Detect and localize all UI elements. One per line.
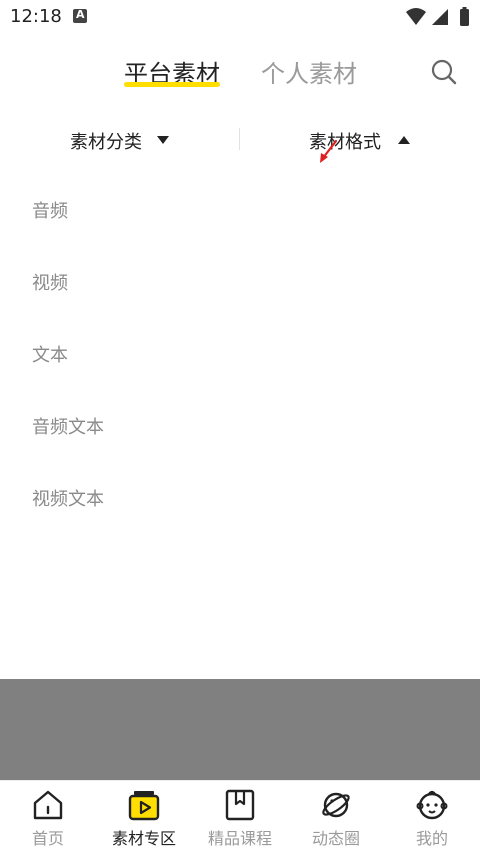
battery-icon [460,7,469,26]
planet-icon [322,792,350,818]
baby-face-icon [416,790,448,820]
nav-label-material-zone: 素材专区 [111,829,176,848]
filter-divider [239,128,240,150]
format-option-video-text[interactable]: 视频文本 [32,485,104,511]
caret-up-icon[interactable] [398,136,410,144]
red-arrow-cursor-icon [320,139,338,163]
status-bar: 12:18 A [0,0,480,34]
nav-item-home[interactable]: 首页 [0,781,96,853]
status-icons [406,7,469,26]
tab-personal-material[interactable]: 个人素材 [261,54,357,89]
format-option-audio[interactable]: 音频 [32,197,68,223]
top-tabs: 平台素材 个人素材 [0,50,480,100]
dim-overlay[interactable] [0,679,480,780]
active-tab-indicator [124,82,220,87]
format-option-audio-text[interactable]: 音频文本 [32,413,104,439]
nav-item-courses[interactable]: 精品课程 [192,781,288,853]
a-notification-icon: A [73,8,87,23]
signal-icon [432,9,448,25]
bottom-nav: 首页 素材专区 精品课程 动态圈 我的 [0,780,480,853]
nav-label-home: 首页 [31,829,64,848]
format-option-text[interactable]: 文本 [32,341,68,367]
status-time: 12:18 [10,6,62,27]
nav-item-moments[interactable]: 动态圈 [288,781,384,853]
wifi-icon [406,8,426,25]
bookmark-course-icon [225,789,255,821]
nav-label-moments: 动态圈 [311,829,360,848]
nav-label-mine: 我的 [415,829,448,848]
nav-item-material-zone[interactable]: 素材专区 [96,781,192,853]
format-option-video[interactable]: 视频 [32,269,68,295]
material-zone-icon [128,791,160,821]
home-icon [33,790,63,820]
caret-down-icon[interactable] [157,136,169,144]
filter-bar: 素材分类 素材格式 [0,118,480,164]
nav-label-courses: 精品课程 [207,829,272,848]
search-icon[interactable] [430,58,458,86]
material-category-filter[interactable]: 素材分类 [70,128,142,154]
nav-item-mine[interactable]: 我的 [384,781,480,853]
